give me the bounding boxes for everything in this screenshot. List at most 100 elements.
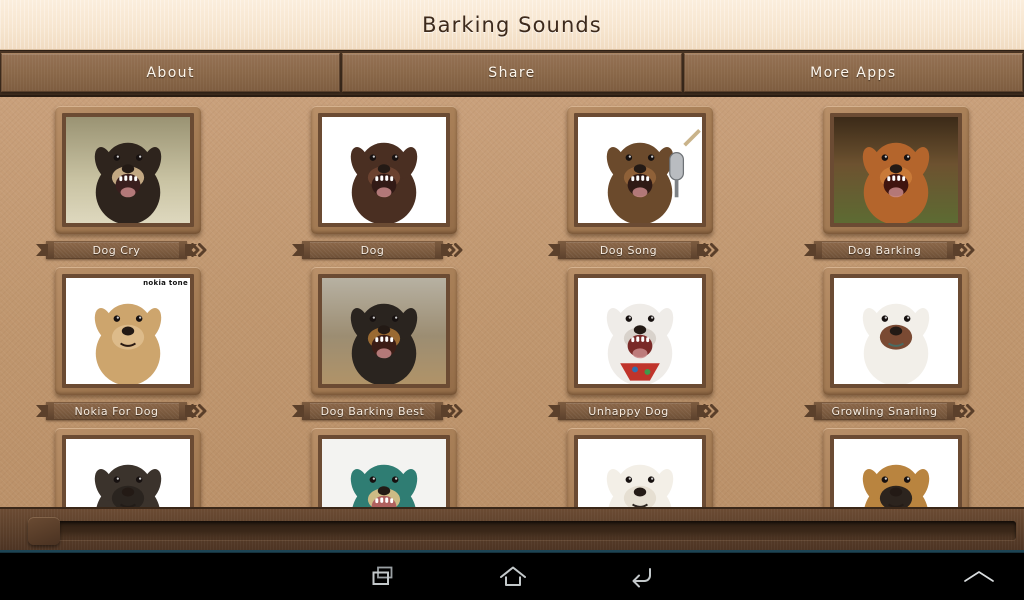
thumbnail-mat bbox=[830, 113, 962, 227]
ribbon-face: Unhappy Dog bbox=[566, 403, 691, 419]
sound-label: Dog Cry bbox=[92, 244, 141, 257]
double-chevron-right-icon bbox=[191, 243, 207, 257]
sound-thumbnail-image bbox=[834, 117, 958, 223]
sound-thumbnail-frame[interactable] bbox=[823, 106, 969, 234]
sound-item[interactable]: Growling Snarling bbox=[768, 267, 1024, 428]
sound-label-ribbon[interactable]: Dog Barking bbox=[814, 241, 978, 259]
sound-item[interactable]: Dog Barking Best bbox=[256, 267, 512, 428]
sound-label-ribbon[interactable]: Dog Cry bbox=[46, 241, 210, 259]
sound-label: Growling Snarling bbox=[831, 405, 938, 418]
tab-more-apps[interactable]: More Apps bbox=[683, 53, 1023, 92]
play-sound-button[interactable] bbox=[190, 402, 210, 420]
sound-thumbnail-frame[interactable] bbox=[823, 428, 969, 507]
ribbon-banner: Dog bbox=[302, 241, 443, 259]
sound-label-ribbon[interactable]: Growling Snarling bbox=[814, 402, 978, 420]
sound-thumbnail-frame[interactable] bbox=[311, 267, 457, 395]
sound-thumbnail-frame[interactable] bbox=[311, 106, 457, 234]
tab-share-label: Share bbox=[488, 64, 536, 81]
sound-thumbnail-frame[interactable] bbox=[55, 106, 201, 234]
sound-thumbnail-image bbox=[322, 278, 446, 384]
sound-thumbnail-frame[interactable] bbox=[567, 106, 713, 234]
thumbnail-mat bbox=[574, 435, 706, 507]
sound-item[interactable]: Dog bbox=[256, 106, 512, 267]
thumbnail-mat: nokia tone bbox=[62, 274, 194, 388]
sound-label-ribbon[interactable]: Nokia For Dog bbox=[46, 402, 210, 420]
sound-thumbnail-frame[interactable] bbox=[311, 428, 457, 507]
sound-label-ribbon[interactable]: Dog Song bbox=[558, 241, 722, 259]
thumbnail-mat bbox=[574, 113, 706, 227]
nav-expand[interactable] bbox=[944, 553, 1014, 600]
sound-label: Dog Barking Best bbox=[320, 405, 425, 418]
back-icon bbox=[632, 568, 651, 588]
sound-grid: Dog Cry Dog Dog Song Dog Barking nokia t… bbox=[0, 97, 1024, 507]
sound-item[interactable]: Dog Cry bbox=[0, 106, 256, 267]
ribbon-face: Dog Barking bbox=[822, 242, 947, 258]
chevron-up-icon bbox=[964, 571, 994, 582]
sound-thumbnail-image bbox=[834, 278, 958, 384]
play-sound-button[interactable] bbox=[190, 241, 210, 259]
ribbon-banner: Dog Barking bbox=[814, 241, 955, 259]
nav-home[interactable] bbox=[473, 553, 553, 600]
page-title: Barking Sounds bbox=[422, 13, 602, 37]
sound-label-ribbon[interactable]: Unhappy Dog bbox=[558, 402, 722, 420]
sound-label: Dog Barking bbox=[847, 244, 922, 257]
home-icon bbox=[500, 566, 526, 586]
play-sound-button[interactable] bbox=[702, 402, 722, 420]
sound-item[interactable] bbox=[0, 428, 256, 507]
sound-item[interactable]: Dog Song bbox=[512, 106, 768, 267]
ribbon-face: Dog bbox=[310, 242, 435, 258]
android-navigation-bar bbox=[0, 552, 1024, 600]
double-chevron-right-icon bbox=[959, 404, 975, 418]
tab-about[interactable]: About bbox=[1, 53, 341, 92]
sound-label-ribbon[interactable]: Dog Barking Best bbox=[302, 402, 466, 420]
tab-more-apps-label: More Apps bbox=[810, 64, 897, 81]
sound-thumbnail-image bbox=[66, 439, 190, 507]
thumbnail-mat bbox=[62, 435, 194, 507]
sound-item[interactable] bbox=[256, 428, 512, 507]
sound-item[interactable]: Unhappy Dog bbox=[512, 267, 768, 428]
tab-share[interactable]: Share bbox=[342, 53, 682, 92]
scrollbar-track[interactable] bbox=[46, 521, 1016, 540]
nav-back[interactable] bbox=[603, 553, 683, 600]
ribbon-face: Nokia For Dog bbox=[54, 403, 179, 419]
title-bar: Barking Sounds bbox=[0, 0, 1024, 50]
ribbon-face: Growling Snarling bbox=[822, 403, 947, 419]
double-chevron-right-icon bbox=[703, 243, 719, 257]
play-sound-button[interactable] bbox=[446, 402, 466, 420]
ribbon-face: Dog Cry bbox=[54, 242, 179, 258]
sound-item[interactable] bbox=[768, 428, 1024, 507]
sound-thumbnail-frame[interactable] bbox=[823, 267, 969, 395]
thumbnail-mat bbox=[318, 113, 450, 227]
tab-bar: About Share More Apps bbox=[0, 50, 1024, 97]
sound-thumbnail-frame[interactable] bbox=[55, 428, 201, 507]
scrollbar-thumb[interactable] bbox=[28, 517, 60, 545]
sound-grid-scroll-area[interactable]: Dog Cry Dog Dog Song Dog Barking nokia t… bbox=[0, 97, 1024, 507]
sound-thumbnail-image bbox=[834, 439, 958, 507]
ribbon-face: Dog Song bbox=[566, 242, 691, 258]
sound-item[interactable]: Dog Barking bbox=[768, 106, 1024, 267]
sound-label-ribbon[interactable]: Dog bbox=[302, 241, 466, 259]
play-sound-button[interactable] bbox=[958, 241, 978, 259]
nav-recent-apps[interactable] bbox=[343, 553, 423, 600]
sound-label: Dog bbox=[360, 244, 385, 257]
tab-about-label: About bbox=[146, 64, 195, 81]
sound-thumbnail-frame[interactable] bbox=[567, 267, 713, 395]
double-chevron-right-icon bbox=[447, 243, 463, 257]
sound-thumbnail-frame[interactable] bbox=[567, 428, 713, 507]
recent-apps-icon bbox=[372, 566, 393, 585]
sound-thumbnail-image bbox=[578, 439, 702, 507]
ribbon-banner: Unhappy Dog bbox=[558, 402, 699, 420]
sound-item[interactable] bbox=[512, 428, 768, 507]
sound-thumbnail-image bbox=[66, 117, 190, 223]
sound-thumbnail-frame[interactable]: nokia tone bbox=[55, 267, 201, 395]
ribbon-banner: Growling Snarling bbox=[814, 402, 955, 420]
sound-thumbnail-image bbox=[322, 439, 446, 507]
sound-item[interactable]: nokia tone Nokia For Dog bbox=[0, 267, 256, 428]
thumbnail-mat bbox=[318, 435, 450, 507]
thumbnail-mat bbox=[830, 435, 962, 507]
play-sound-button[interactable] bbox=[446, 241, 466, 259]
sound-thumbnail-image: nokia tone bbox=[66, 278, 190, 384]
play-sound-button[interactable] bbox=[702, 241, 722, 259]
horizontal-scrollbar[interactable] bbox=[0, 507, 1024, 550]
play-sound-button[interactable] bbox=[958, 402, 978, 420]
